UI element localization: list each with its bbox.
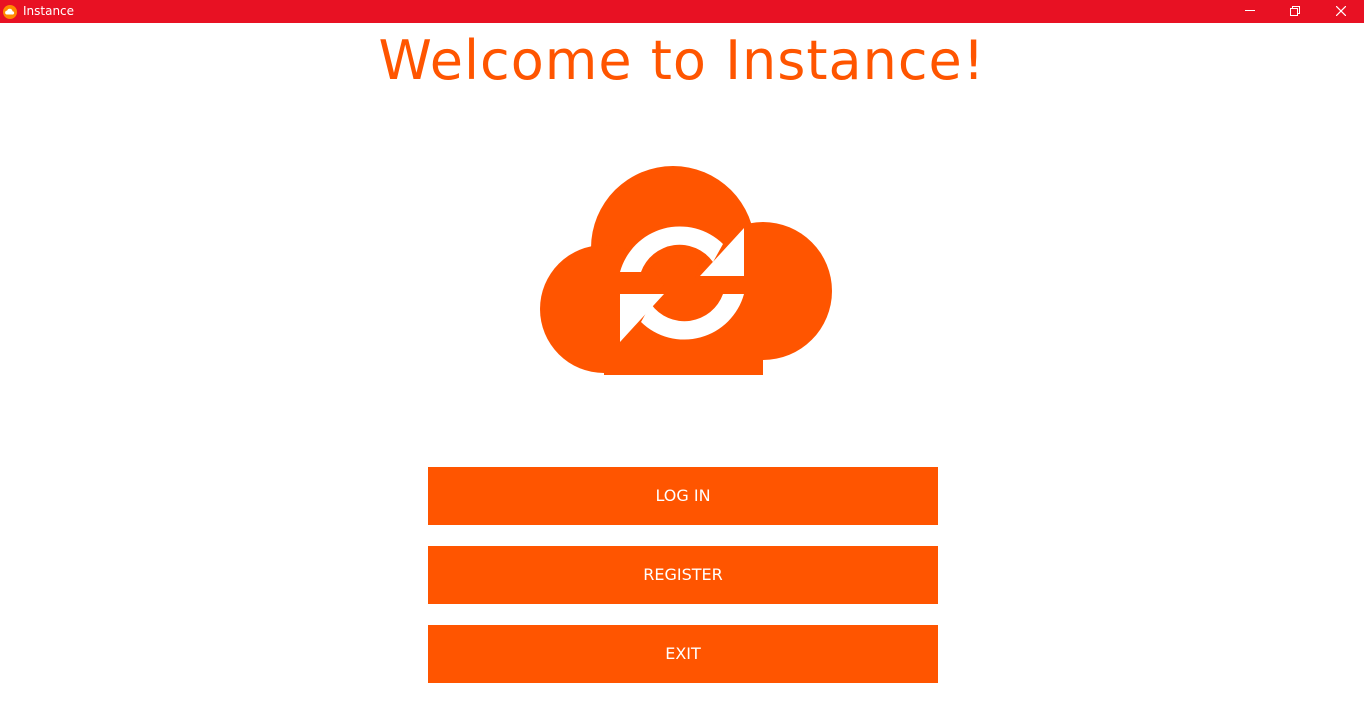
minimize-icon xyxy=(1245,10,1255,11)
register-button[interactable]: REGISTER xyxy=(428,546,938,604)
window-title: Instance xyxy=(23,4,75,18)
login-button[interactable]: LOG IN xyxy=(428,467,938,525)
app-cloud-icon xyxy=(3,4,17,19)
cloud-sync-icon xyxy=(538,166,832,376)
close-icon xyxy=(1336,6,1346,16)
restore-button[interactable] xyxy=(1272,0,1318,23)
restore-icon xyxy=(1290,6,1300,16)
exit-button[interactable]: EXIT xyxy=(428,625,938,683)
window-titlebar[interactable]: Instance xyxy=(0,0,1364,23)
close-button[interactable] xyxy=(1318,0,1364,23)
welcome-heading: Welcome to Instance! xyxy=(378,29,986,92)
minimize-button[interactable] xyxy=(1227,0,1273,23)
